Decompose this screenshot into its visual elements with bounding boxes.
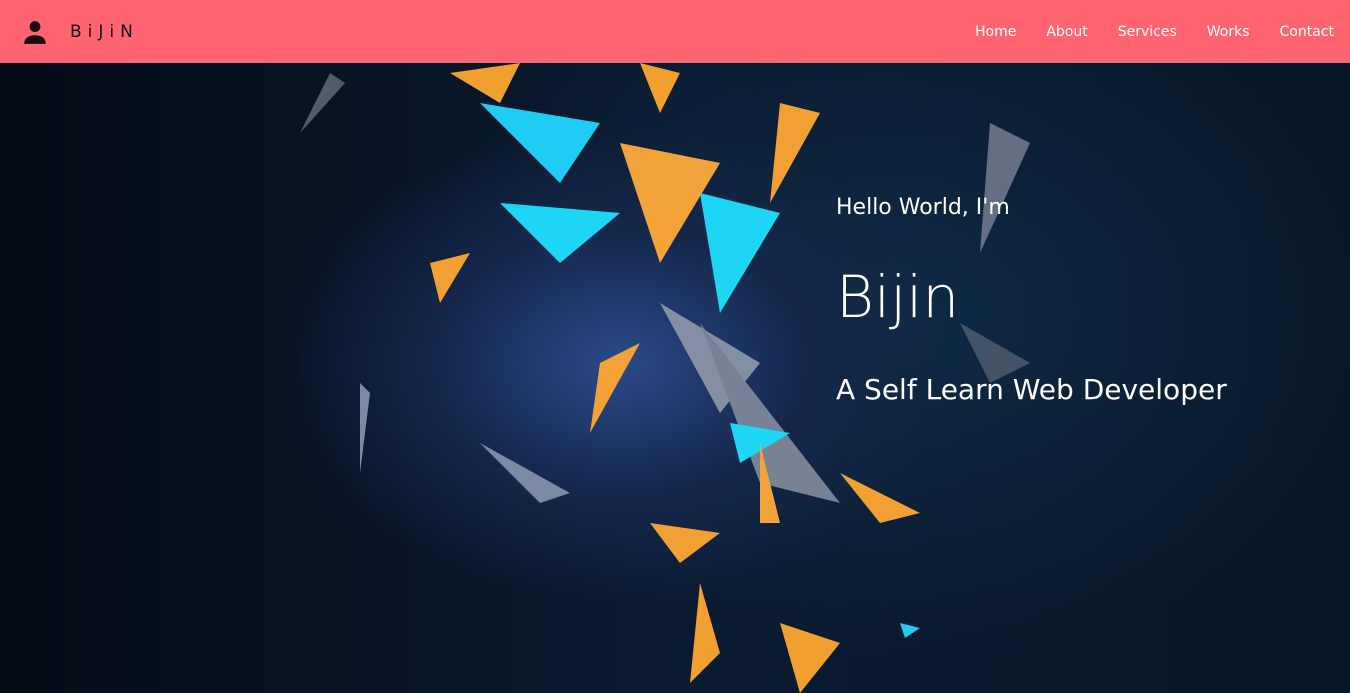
nav-contact[interactable]: Contact xyxy=(1280,24,1334,40)
nav-about[interactable]: About xyxy=(1046,24,1087,40)
navbar: BiJiN Home About Services Works Contact xyxy=(0,0,1350,63)
logo[interactable]: BiJiN xyxy=(22,19,139,45)
hero-tagline: A Self Learn Web Developer xyxy=(836,373,1227,406)
hero-section: Hello World, I'm Bijin A Self Learn Web … xyxy=(0,63,1350,693)
hero-name: Bijin xyxy=(836,263,960,331)
user-icon xyxy=(24,20,46,44)
brand-name: BiJiN xyxy=(70,21,139,42)
nav-services[interactable]: Services xyxy=(1118,24,1177,40)
nav-home[interactable]: Home xyxy=(975,24,1016,40)
nav-works[interactable]: Works xyxy=(1207,24,1250,40)
hero-greeting: Hello World, I'm xyxy=(836,195,1010,220)
nav-links: Home About Services Works Contact xyxy=(975,24,1334,40)
